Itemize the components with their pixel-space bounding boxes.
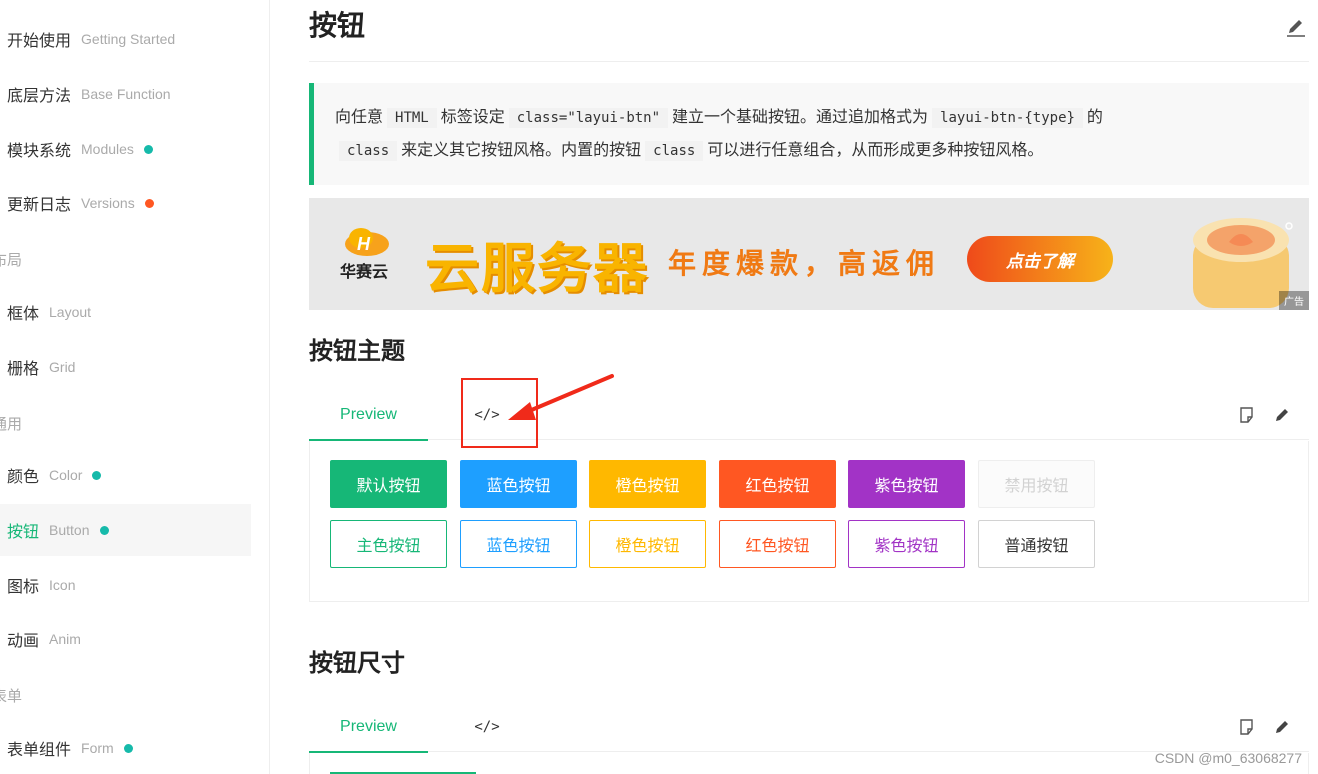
sidebar-item-sublabel: Anim (49, 631, 81, 647)
tab-preview[interactable]: Preview (309, 702, 428, 753)
inline-code: layui-btn-{type} (932, 108, 1083, 128)
sidebar-item-label: 模块系统 (7, 141, 72, 160)
button-red-outline[interactable]: 红色按钮 (719, 520, 836, 568)
title-divider (309, 61, 1309, 62)
section-title-button-size: 按钮尺寸 (309, 649, 405, 677)
demo-tabs: Preview </> (309, 390, 1309, 441)
button-blue-outline[interactable]: 蓝色按钮 (460, 520, 577, 568)
edit-icon[interactable] (1285, 16, 1307, 38)
edit-code-icon[interactable] (1273, 718, 1291, 736)
annotation-arrow-icon (508, 374, 614, 420)
inline-code: HTML (387, 108, 437, 128)
inline-code: class (645, 141, 704, 161)
button-default[interactable]: 默认按钮 (330, 460, 447, 508)
sidebar-item-sublabel: Versions (81, 195, 135, 211)
button-purple[interactable]: 紫色按钮 (848, 460, 965, 508)
watermark: CSDN @m0_63068277 (1154, 750, 1302, 766)
intro-text: 可以进行任意组合，从而形成更多种按钮风格。 (707, 140, 1044, 159)
tab-code[interactable]: </> (459, 702, 515, 752)
sidebar-item-form[interactable]: 表单组件 Form (0, 722, 251, 774)
sidebar-item-label: 颜色 (7, 467, 40, 486)
page-title: 按钮 (309, 9, 366, 42)
copy-code-icon[interactable] (1238, 406, 1256, 424)
section-title-button-theme: 按钮主题 (309, 337, 405, 365)
sidebar-item-sublabel: Getting Started (81, 31, 176, 47)
button-blue[interactable]: 蓝色按钮 (460, 460, 577, 508)
intro-blockquote: 向任意 HTML 标签设定 class="layui-btn" 建立一个基础按钮。通过追… (309, 83, 1309, 185)
button-primary-outline[interactable]: 主色按钮 (330, 520, 447, 568)
sidebar-item-label: 图标 (7, 577, 40, 596)
tab-preview[interactable]: Preview (309, 390, 428, 441)
button-disabled[interactable]: 禁用按钮 (978, 460, 1095, 508)
sidebar-item-button[interactable]: 按钮 Button (0, 504, 251, 556)
ad-cta-button[interactable]: 点击了解 (967, 236, 1113, 282)
ad-banner[interactable]: H 华赛云 云服务器 年度爆款，高返佣 点击了解 广告 (309, 198, 1309, 310)
intro-text: 来定义其它按钮风格。内置的按钮 (401, 140, 642, 159)
inline-code: class (339, 141, 398, 161)
button-orange-outline[interactable]: 橙色按钮 (589, 520, 706, 568)
copy-code-icon[interactable] (1238, 718, 1256, 736)
sidebar-item-label: 栅格 (7, 359, 40, 378)
intro-text: 的 (1086, 107, 1103, 126)
sidebar-item-label: 动画 (7, 631, 40, 650)
sidebar-item-base-function[interactable]: 底层方法 Base Function (0, 68, 251, 120)
sidebar-item-label: 底层方法 (7, 86, 72, 105)
svg-text:H: H (357, 234, 371, 254)
sidebar-item-label: 按钮 (7, 522, 40, 541)
sidebar-item-sublabel: Color (49, 467, 83, 483)
sidebar-item-getting-started[interactable]: 开始使用 Getting Started (0, 13, 251, 65)
sidebar-item-sublabel: Base Function (81, 86, 171, 102)
sidebar-item-layout[interactable]: 框体 Layout (0, 286, 251, 338)
sidebar-item-sublabel: Grid (49, 359, 76, 375)
update-badge-dot (144, 198, 154, 208)
cloud-logo-icon: H (345, 228, 389, 256)
intro-text: 建立一个基础按钮。通过追加格式为 (672, 107, 929, 126)
sidebar-item-sublabel: Layout (49, 304, 92, 320)
new-badge-dot (92, 470, 102, 480)
button-normal[interactable]: 普通按钮 (978, 520, 1095, 568)
sidebar-item-sublabel: Modules (81, 141, 134, 157)
sidebar-item-label: 表单组件 (7, 740, 72, 759)
demo-tabs: Preview </> (309, 702, 1309, 753)
sidebar-item-icon[interactable]: 图标 Icon (0, 559, 251, 611)
sidebar-item-color[interactable]: 颜色 Color (0, 449, 251, 501)
sidebar-group-common: 通用 (0, 415, 23, 433)
inline-code: class="layui-btn" (508, 108, 669, 128)
sidebar-item-modules[interactable]: 模块系统 Modules (0, 123, 251, 175)
button-orange[interactable]: 橙色按钮 (589, 460, 706, 508)
sidebar-item-label: 更新日志 (7, 195, 72, 214)
sidebar-item-anim[interactable]: 动画 Anim (0, 613, 251, 665)
sidebar-item-sublabel: Button (49, 522, 90, 538)
sidebar: 开始使用 Getting Started 底层方法 Base Function … (0, 0, 270, 774)
ad-tag: 广告 (1279, 291, 1309, 310)
sidebar-item-versions[interactable]: 更新日志 Versions (0, 177, 251, 229)
edit-code-icon[interactable] (1273, 406, 1291, 424)
ad-brand-name: 华赛云 (340, 262, 389, 281)
new-badge-dot (143, 144, 153, 154)
intro-text: 标签设定 (440, 107, 505, 126)
sidebar-item-grid[interactable]: 栅格 Grid (0, 341, 251, 393)
demo-preview-panel: 默认按钮 蓝色按钮 橙色按钮 红色按钮 紫色按钮 禁用按钮 主色按钮 蓝色按钮 … (309, 441, 1309, 602)
new-badge-dot (123, 743, 133, 753)
ad-headline: 云服务器 (425, 237, 649, 300)
sidebar-group-layout: 布局 (0, 251, 23, 269)
button-purple-outline[interactable]: 紫色按钮 (848, 520, 965, 568)
sidebar-item-label: 框体 (7, 304, 40, 323)
sidebar-item-sublabel: Form (81, 740, 114, 756)
new-badge-dot (99, 525, 109, 535)
intro-text: 向任意 (335, 107, 384, 126)
sidebar-item-sublabel: Icon (49, 577, 76, 593)
sidebar-item-label: 开始使用 (7, 31, 72, 50)
button-red[interactable]: 红色按钮 (719, 460, 836, 508)
ad-subheadline: 年度爆款，高返佣 (668, 247, 941, 280)
sidebar-group-form: 表单 (0, 687, 23, 705)
